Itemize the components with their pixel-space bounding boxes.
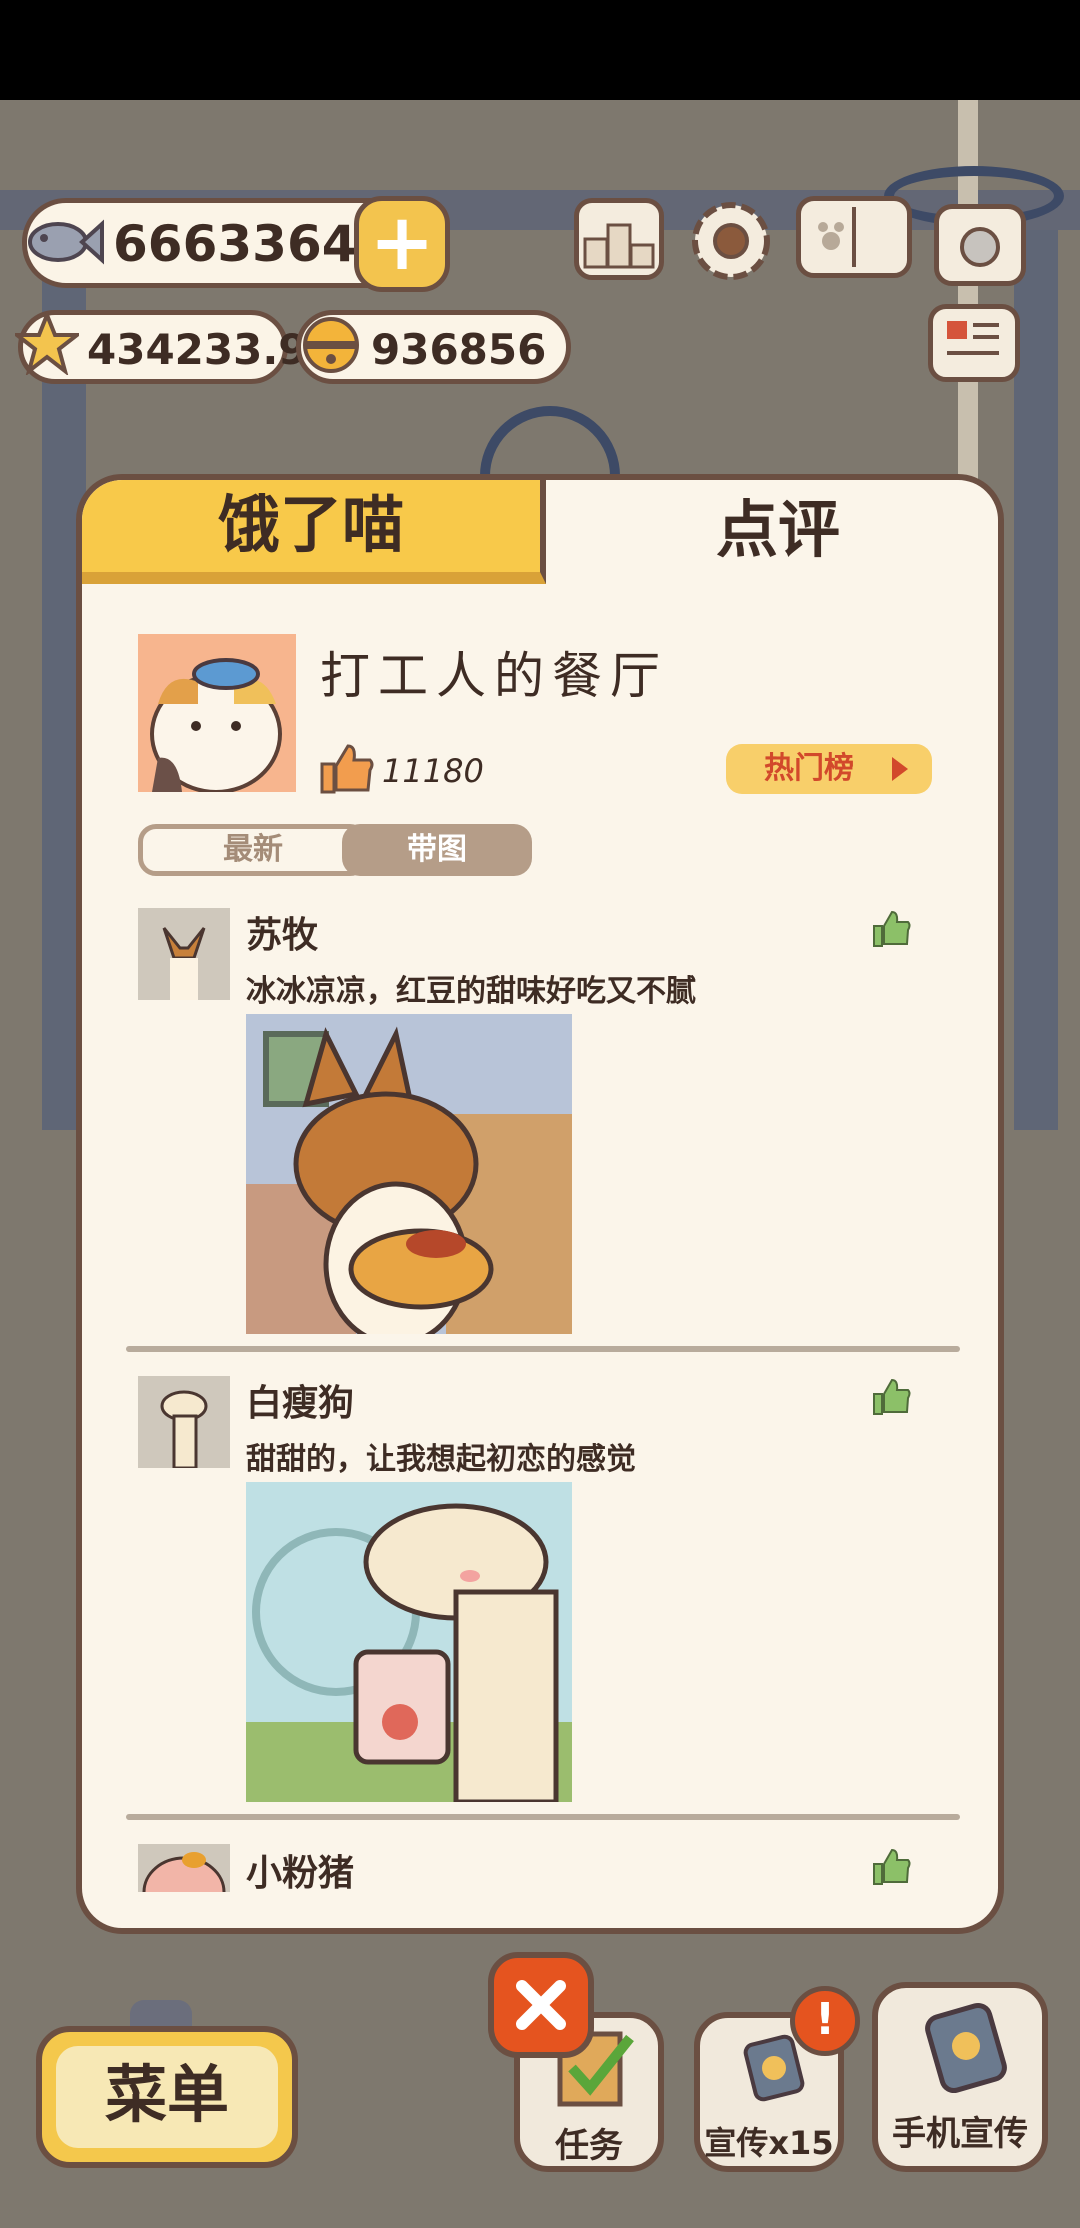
close-panel-button[interactable]: [488, 1952, 594, 2058]
filter-with-photo[interactable]: 带图: [342, 824, 532, 876]
menu-button[interactable]: 菜单: [36, 2026, 298, 2168]
comment-text: 甜甜的，让我想起初恋的感觉: [246, 1442, 636, 1477]
comment-divider: [126, 1346, 960, 1352]
newspaper-icon: [947, 321, 999, 355]
fish-amount: 66633640: [113, 215, 392, 273]
pig-avatar-icon: [138, 1844, 230, 1892]
comment-author: 小粉猪: [246, 1853, 355, 1894]
thumbs-up-icon[interactable]: [872, 908, 912, 950]
restaurant-avatar: [138, 634, 296, 792]
restaurant-name: 打工人的餐厅: [320, 647, 668, 705]
tab-hungry-meow[interactable]: 饿了喵: [82, 480, 546, 584]
comment-photo[interactable]: [246, 1014, 572, 1334]
comment-photo[interactable]: [246, 1482, 572, 1802]
star-icon: [15, 311, 79, 375]
settings-button[interactable]: [686, 196, 776, 286]
commenter-avatar: [138, 908, 230, 1000]
hot-ranking-button[interactable]: 热门榜: [726, 744, 932, 794]
status-bar: [0, 0, 1080, 100]
ranking-button[interactable]: [574, 198, 664, 280]
close-icon: [516, 1980, 566, 2030]
comment-divider: [126, 1814, 960, 1820]
hot-ranking-label: 热门榜: [764, 751, 854, 786]
phone-promote-button[interactable]: 手机宣传: [872, 1982, 1048, 2172]
comment-text: 冰冰凉凉，红豆的甜味好吃又不腻: [246, 974, 696, 1009]
thumbs-up-icon: [320, 744, 374, 794]
filter-latest[interactable]: 最新: [138, 824, 368, 876]
task-label: 任务: [555, 2126, 623, 2166]
thumbs-up-icon[interactable]: [872, 1846, 912, 1888]
chevron-right-icon: [892, 757, 908, 781]
phone-promote-label: 手机宣传: [892, 2114, 1028, 2154]
menu-label: 菜单: [56, 2046, 278, 2148]
right-pillar: [1014, 230, 1058, 1130]
phone-icon: [925, 2002, 1007, 2094]
dog-avatar-icon: [138, 1376, 230, 1468]
review-panel: 饿了喵 点评 打工人的餐厅 11180 热门榜 最新 带图 苏牧 冰冰凉凉，红豆…: [76, 474, 1004, 1934]
cat-avatar-icon: [138, 634, 296, 792]
bell-icon: [303, 317, 359, 373]
promote-label: 宣传x15: [704, 2124, 834, 2162]
star-currency: 434233.9: [15, 310, 308, 384]
dog-drinking-milk-image: [246, 1482, 572, 1802]
restaurant-like-count: 11180: [382, 752, 484, 790]
corgi-eating-fish-cake-image: [246, 1014, 572, 1334]
star-amount: 434233.9: [87, 325, 308, 374]
add-fish-button[interactable]: +: [354, 196, 450, 292]
paw-book-icon: [818, 207, 856, 267]
commenter-avatar: [138, 1376, 230, 1468]
tab-reviews[interactable]: 点评: [552, 480, 998, 584]
cat-tree-pole: [958, 100, 978, 480]
alert-badge: !: [790, 1986, 860, 2056]
bell-currency: 936856: [296, 310, 571, 384]
camera-icon: [960, 227, 1000, 267]
comment-author: 苏牧: [246, 915, 319, 956]
comment-author: 白瘦狗: [246, 1383, 355, 1424]
corgi-avatar-icon: [138, 908, 230, 1000]
commenter-avatar: [138, 1844, 230, 1892]
thumbs-up-icon[interactable]: [872, 1376, 912, 1418]
camera-button[interactable]: [934, 204, 1026, 286]
podium-icon: [583, 223, 655, 269]
handbook-button[interactable]: [796, 196, 912, 278]
gear-icon: [692, 202, 770, 280]
bell-amount: 936856: [371, 325, 547, 374]
fish-icon: [28, 219, 104, 265]
notice-button[interactable]: [928, 304, 1020, 382]
